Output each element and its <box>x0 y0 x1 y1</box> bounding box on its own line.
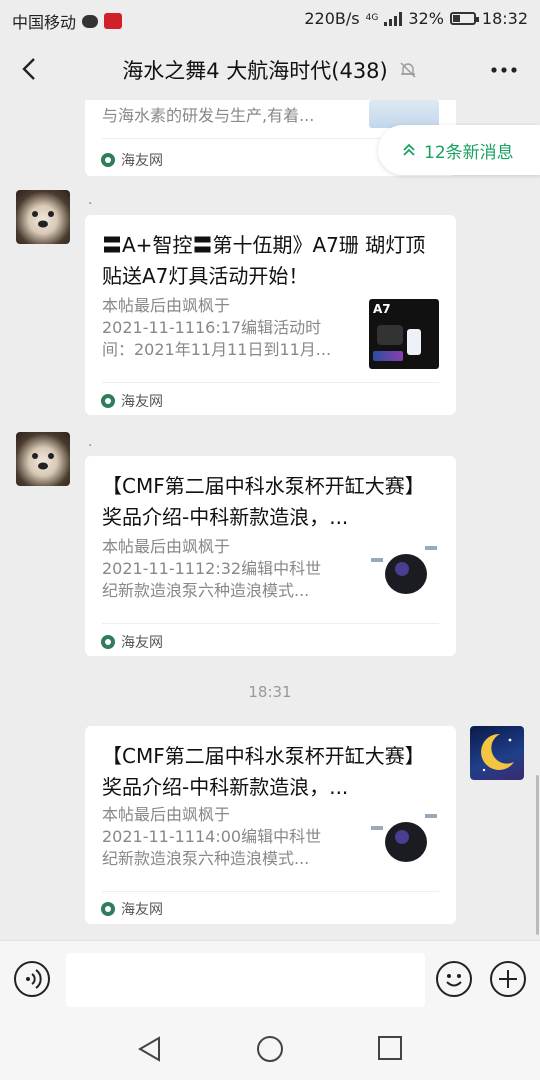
status-bar: 中国移动 220B/s 4G 32% 18:32 <box>0 0 540 38</box>
link-card[interactable]: 〓A+智控〓第十伍期》A7珊 瑚灯顶贴送A7灯具活动开始！ 本帖最后由飒枫于 2… <box>85 215 456 415</box>
plus-icon[interactable] <box>490 961 526 997</box>
card-title: 【CMF第二届中科水泵杯开缸大赛】奖品介绍-中科新款造浪，... <box>102 474 425 529</box>
huawei-app-icon <box>104 13 123 29</box>
card-source: 海友网 <box>101 632 163 652</box>
card-thumbnail: A7 <box>369 299 439 369</box>
card-source: 海友网 <box>101 391 163 411</box>
moon-avatar-icon <box>481 733 514 772</box>
emoji-icon[interactable] <box>436 961 472 997</box>
chat-title-wrap: 海水之舞4 大航海时代(438) <box>0 55 540 85</box>
plus-sign-icon <box>499 970 517 988</box>
card-divider <box>102 891 439 892</box>
message-timestamp: 18:31 <box>248 683 292 701</box>
net-speed: 220B/s <box>304 9 360 28</box>
smiley-face-icon <box>446 974 462 987</box>
sender-name: . <box>88 192 93 208</box>
signal-icon <box>384 11 403 26</box>
source-logo-icon <box>101 394 115 408</box>
card-desc: 本帖最后由飒枫于 2021-11-1116:17编辑活动时 间：2021年11月… <box>102 295 352 361</box>
card-desc-line: 本帖最后由飒枫于 <box>102 296 231 315</box>
card-thumbnail <box>369 100 439 128</box>
nav-recent-icon[interactable] <box>378 1036 402 1060</box>
source-label: 海友网 <box>121 394 163 410</box>
card-desc-line: 2021-11-1112:32编辑中科世 <box>102 559 322 578</box>
card-title: 【CMF第二届中科水泵杯开缸大赛】奖品介绍-中科新款造浪，... <box>102 744 425 799</box>
chat-header: 海水之舞4 大航海时代(438) <box>0 38 540 100</box>
link-card[interactable]: 【CMF第二届中科水泵杯开缸大赛】奖品介绍-中科新款造浪，... 本帖最后由飒枫… <box>85 456 456 656</box>
net-type-label: 4G <box>365 13 379 23</box>
card-source: 海友网 <box>101 150 163 170</box>
card-desc-line: 间：2021年11月11日到11月... <box>102 340 332 359</box>
battery-percent: 32% <box>408 9 444 28</box>
nav-back-icon[interactable] <box>137 1036 163 1062</box>
sender-avatar[interactable] <box>16 432 70 486</box>
battery-icon <box>449 12 479 25</box>
card-desc-line: 2021-11-1114:00编辑中科世 <box>102 827 322 846</box>
source-logo-icon <box>101 902 115 916</box>
card-desc: 与海水素的研发与生产,有着... <box>102 106 315 125</box>
chat-notification-icon <box>82 14 99 28</box>
card-desc: 本帖最后由飒枫于 2021-11-1112:32编辑中科世 纪新款造浪泵六种造浪… <box>102 536 352 602</box>
clock: 18:32 <box>481 9 528 28</box>
net-type-badge: 4G <box>366 14 379 23</box>
dog-avatar-icon <box>32 453 54 470</box>
self-avatar[interactable] <box>470 726 524 780</box>
system-nav-bar <box>0 1016 540 1080</box>
dog-avatar-icon <box>32 211 54 228</box>
card-source: 海友网 <box>101 899 163 919</box>
nav-home-icon[interactable] <box>257 1036 283 1062</box>
message-input[interactable] <box>66 953 425 1007</box>
voice-waves-icon <box>26 969 42 989</box>
sender-avatar[interactable] <box>16 190 70 244</box>
source-logo-icon <box>101 153 115 167</box>
card-divider <box>102 623 439 624</box>
scrollbar[interactable] <box>536 775 539 935</box>
card-desc-line: 纪新款造浪泵六种造浪模式... <box>102 849 310 868</box>
double-chevron-up-icon <box>403 143 415 156</box>
sender-name: . <box>88 434 93 450</box>
card-desc-line: 本帖最后由飒枫于 <box>102 805 231 824</box>
card-desc-line: 本帖最后由飒枫于 <box>102 537 231 556</box>
link-card-self[interactable]: 【CMF第二届中科水泵杯开缸大赛】奖品介绍-中科新款造浪，... 本帖最后由飒枫… <box>85 726 456 924</box>
source-label: 海友网 <box>121 153 163 169</box>
card-divider <box>102 382 439 383</box>
voice-icon[interactable] <box>14 961 50 997</box>
card-thumbnail <box>369 808 439 878</box>
source-label: 海友网 <box>121 902 163 918</box>
carrier-label: 中国移动 <box>12 13 77 32</box>
source-logo-icon <box>101 635 115 649</box>
card-desc: 本帖最后由飒枫于 2021-11-1114:00编辑中科世 纪新款造浪泵六种造浪… <box>102 804 352 870</box>
card-thumbnail <box>369 540 439 610</box>
chat-title[interactable]: 海水之舞4 大航海时代(438) <box>122 55 388 85</box>
card-title: 〓A+智控〓第十伍期》A7珊 瑚灯顶贴送A7灯具活动开始！ <box>102 233 426 288</box>
bell-muted-icon <box>400 62 416 78</box>
more-dots-icon[interactable] <box>490 66 518 74</box>
card-desc-line: 2021-11-1116:17编辑活动时 <box>102 318 322 337</box>
input-bar <box>0 940 540 1017</box>
new-messages-button[interactable]: 12条新消息 <box>378 125 540 175</box>
source-label: 海友网 <box>121 635 163 651</box>
thumb-label: A7 <box>373 302 391 316</box>
new-messages-label: 12条新消息 <box>424 142 514 163</box>
card-desc-line: 纪新款造浪泵六种造浪模式... <box>102 581 310 600</box>
